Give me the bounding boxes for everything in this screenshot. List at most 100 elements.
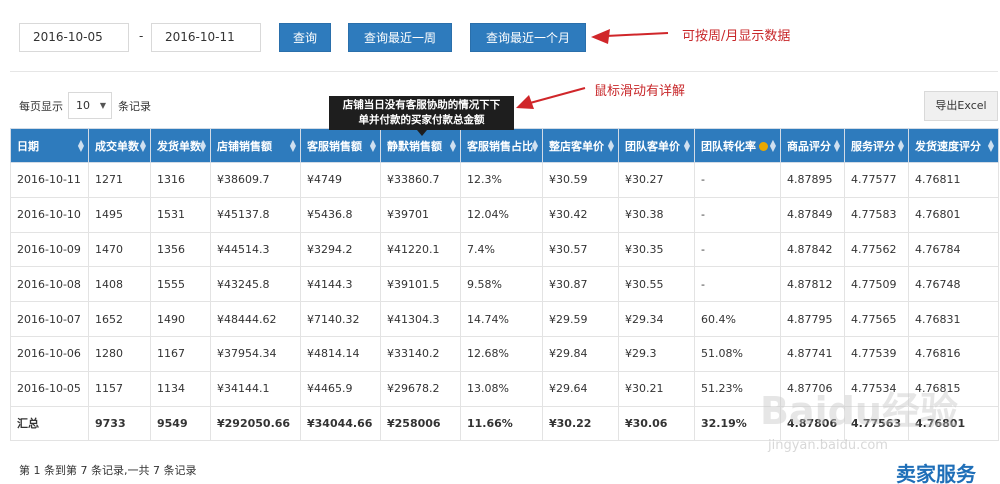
table-cell: 1470 xyxy=(88,231,151,268)
tooltip-line-1: 店铺当日没有客服协助的情况下下 xyxy=(342,99,501,111)
date-separator: - xyxy=(139,29,144,43)
divider xyxy=(10,71,998,72)
perpage-select[interactable]: 10 ▼ xyxy=(68,92,112,119)
sort-icon[interactable]: ▲ ▼ xyxy=(988,139,994,153)
sort-icon[interactable]: ▲ ▼ xyxy=(608,139,614,153)
table-row: 2016-10-08 1408 1555 ¥43245.8 ¥4144.3 ¥39101.… xyxy=(10,266,999,303)
total-cell: 9733 xyxy=(88,405,151,442)
table-cell: ¥30.59 xyxy=(542,162,619,198)
table-cell: 2016-10-05 xyxy=(10,370,89,407)
column-header[interactable]: 店铺销售额 ▲ ▼ xyxy=(210,128,301,163)
table-cell: - xyxy=(694,196,781,233)
table-cell: ¥29678.2 xyxy=(380,370,461,407)
start-date-input[interactable]: 2016-10-05 xyxy=(19,23,129,52)
table-cell: ¥43245.8 xyxy=(210,266,301,303)
table-cell: ¥38609.7 xyxy=(210,162,301,198)
column-header-label: 成交单数 xyxy=(95,139,139,153)
query-last-week-button[interactable]: 查询最近一周 xyxy=(348,23,452,52)
tooltip-line-2: 单并付款的买家付款总金额 xyxy=(358,114,485,126)
table-cell: ¥29.64 xyxy=(542,370,619,407)
total-cell: ¥30.06 xyxy=(618,405,695,442)
column-header[interactable]: 服务评分 ▲ ▼ xyxy=(844,128,909,163)
table-cell: 4.87895 xyxy=(780,162,845,198)
annotation-hover: 鼠标滑动有详解 xyxy=(594,84,686,99)
table-cell: 2016-10-10 xyxy=(10,196,89,233)
table-cell: 14.74% xyxy=(460,301,543,337)
total-cell: ¥34044.66 xyxy=(300,405,381,442)
column-header-label: 团队转化率 xyxy=(701,139,756,153)
end-date-input[interactable]: 2016-10-11 xyxy=(151,23,261,52)
table-cell: 4.76831 xyxy=(908,301,999,337)
column-header[interactable]: 团队客单价 ▲ ▼ xyxy=(618,128,695,163)
column-header[interactable]: 发货速度评分 ▲ ▼ xyxy=(908,128,999,163)
watermark-baidu: Baidu经验 xyxy=(760,389,958,433)
table-cell: ¥4749 xyxy=(300,162,381,198)
column-header[interactable]: 商品评分 ▲ ▼ xyxy=(780,128,845,163)
table-cell: ¥37954.34 xyxy=(210,335,301,372)
table-cell: 1157 xyxy=(88,370,151,407)
table-cell: ¥30.35 xyxy=(618,231,695,268)
sort-icon[interactable]: ▲ ▼ xyxy=(898,139,904,153)
total-cell: ¥30.22 xyxy=(542,405,619,442)
column-header-label: 日期 xyxy=(17,139,39,153)
info-icon[interactable] xyxy=(759,142,768,151)
table-cell: 1495 xyxy=(88,196,151,233)
table-cell: 12.04% xyxy=(460,196,543,233)
column-header[interactable]: 整店客单价 ▲ ▼ xyxy=(542,128,619,163)
sort-icon[interactable]: ▲ ▼ xyxy=(450,139,456,153)
sort-icon[interactable]: ▲ ▼ xyxy=(140,139,146,153)
table-cell: ¥4144.3 xyxy=(300,266,381,303)
table-cell: ¥34144.1 xyxy=(210,370,301,407)
total-cell: 汇总 xyxy=(10,405,89,442)
column-header[interactable]: 发货单数 ▲ ▼ xyxy=(150,128,211,163)
table-cell: 1271 xyxy=(88,162,151,198)
table-cell: ¥30.42 xyxy=(542,196,619,233)
table-cell: ¥29.59 xyxy=(542,301,619,337)
total-cell: 9549 xyxy=(150,405,211,442)
column-header-label: 客服销售额 xyxy=(307,139,362,153)
column-header[interactable]: 日期 ▲ ▼ xyxy=(10,128,89,163)
table-cell: 4.76748 xyxy=(908,266,999,303)
sort-icon[interactable]: ▲ ▼ xyxy=(78,139,84,153)
table-cell: - xyxy=(694,162,781,198)
export-excel-button[interactable]: 导出Excel xyxy=(924,91,998,121)
tooltip: 店铺当日没有客服协助的情况下下 单并付款的买家付款总金额 xyxy=(329,96,514,130)
sort-icon[interactable]: ▲ ▼ xyxy=(290,139,296,153)
sort-icon[interactable]: ▲ ▼ xyxy=(532,139,538,153)
table-cell: ¥29.3 xyxy=(618,335,695,372)
sort-icon[interactable]: ▲ ▼ xyxy=(200,139,206,153)
sort-icon[interactable]: ▲ ▼ xyxy=(770,139,776,153)
table-cell: 60.4% xyxy=(694,301,781,337)
table-cell: 12.68% xyxy=(460,335,543,372)
column-header[interactable]: 客服销售额 ▲ ▼ xyxy=(300,128,381,163)
table-cell: ¥30.27 xyxy=(618,162,695,198)
table-cell: ¥33140.2 xyxy=(380,335,461,372)
column-header-label: 发货单数 xyxy=(157,139,201,153)
column-header[interactable]: 客服销售占比 ▲ ▼ xyxy=(460,128,543,163)
sort-icon[interactable]: ▲ ▼ xyxy=(684,139,690,153)
sort-icon[interactable]: ▲ ▼ xyxy=(834,139,840,153)
table-cell: 51.08% xyxy=(694,335,781,372)
sort-icon[interactable]: ▲ ▼ xyxy=(370,139,376,153)
column-header[interactable]: 团队转化率 ▲ ▼ xyxy=(694,128,781,163)
column-header[interactable]: 成交单数 ▲ ▼ xyxy=(88,128,151,163)
query-last-month-button[interactable]: 查询最近一个月 xyxy=(470,23,586,52)
annotation-week-month: 可按周/月显示数据 xyxy=(682,29,791,44)
query-button[interactable]: 查询 xyxy=(279,23,331,52)
table-row: 2016-10-09 1470 1356 ¥44514.3 ¥3294.2 ¥41220.… xyxy=(10,231,999,268)
table-cell: ¥4814.14 xyxy=(300,335,381,372)
table-cell: 1356 xyxy=(150,231,211,268)
table-cell: ¥41304.3 xyxy=(380,301,461,337)
table-cell: ¥29.84 xyxy=(542,335,619,372)
table-cell: ¥39701 xyxy=(380,196,461,233)
pagination-summary: 第 1 条到第 7 条记录,一共 7 条记录 xyxy=(19,464,197,477)
table-cell: 4.76801 xyxy=(908,196,999,233)
column-header-label: 发货速度评分 xyxy=(915,139,981,153)
table-cell: 13.08% xyxy=(460,370,543,407)
table-cell: ¥30.55 xyxy=(618,266,695,303)
table-cell: ¥45137.8 xyxy=(210,196,301,233)
column-header-label: 客服销售占比 xyxy=(467,139,533,153)
table-cell: 2016-10-08 xyxy=(10,266,89,303)
table-row: 2016-10-10 1495 1531 ¥45137.8 ¥5436.8 ¥39701 1… xyxy=(10,196,999,233)
table-row: 2016-10-11 1271 1316 ¥38609.7 ¥4749 ¥33860.7 1… xyxy=(10,162,999,198)
